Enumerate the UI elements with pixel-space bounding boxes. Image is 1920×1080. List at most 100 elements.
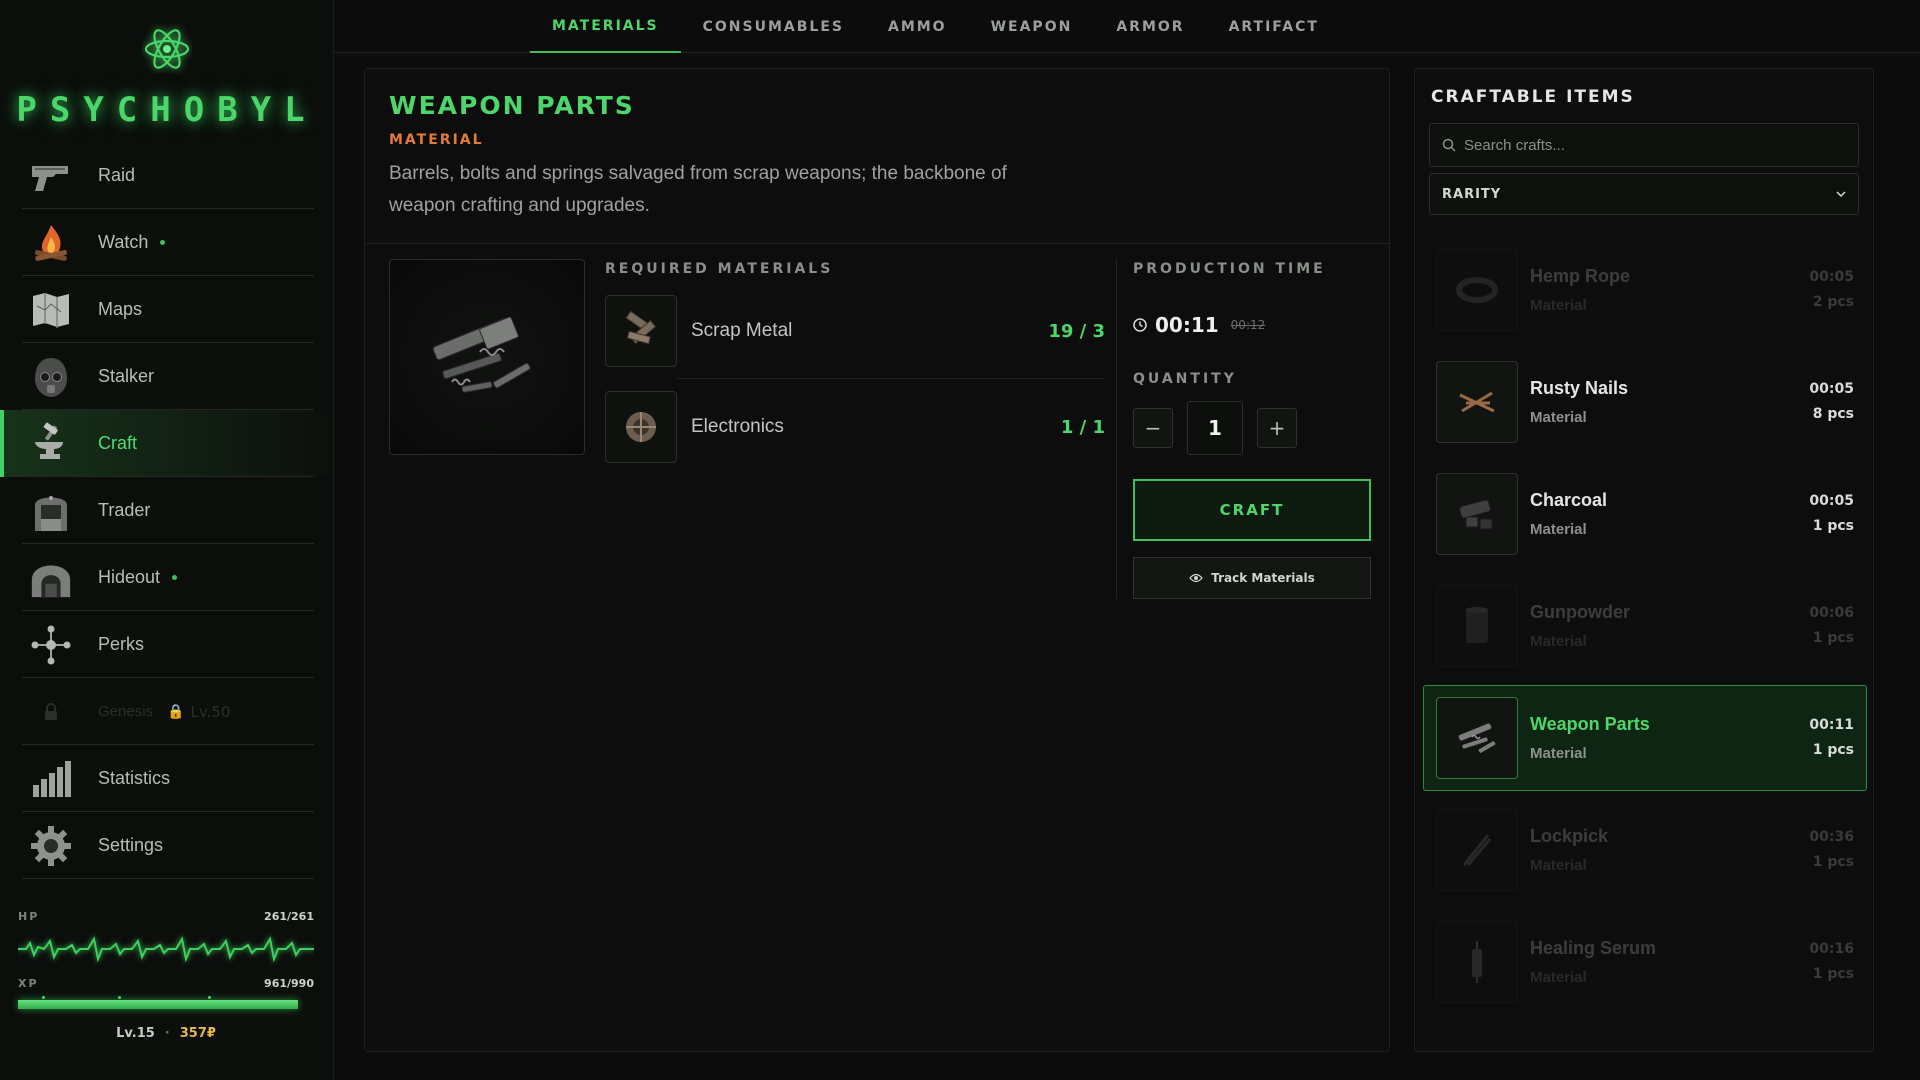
craftable-item-rusty-nails[interactable]: Rusty Nails Material 00:05 8 pcs xyxy=(1423,349,1867,455)
material-count: 19 / 3 xyxy=(1048,320,1105,342)
craftable-item-healing-serum[interactable]: Healing Serum Material 00:16 1 pcs xyxy=(1423,909,1867,1015)
sidebar-item-label: Stalker xyxy=(98,366,155,386)
xp-tick xyxy=(118,996,121,999)
perk-tree-icon xyxy=(28,622,74,668)
item-craft-time: 00:05 xyxy=(1809,269,1854,285)
item-craft-time: 00:05 xyxy=(1809,493,1854,509)
electronics-icon xyxy=(605,391,677,463)
sidebar-item-label: Settings xyxy=(98,835,164,855)
xp-tick xyxy=(42,996,45,999)
eye-icon xyxy=(1189,573,1204,583)
campfire-icon xyxy=(28,220,74,266)
production-time-label: PRODUCTION TIME xyxy=(1133,261,1326,277)
craftable-item-lockpick[interactable]: Lockpick Material 00:36 1 pcs xyxy=(1423,797,1867,903)
sidebar-nav: Raid Watch Maps Stalker Craft Trader Hid… xyxy=(0,142,334,879)
sidebar: PSYCHOBYL Raid Watch Maps Stalker Craft … xyxy=(0,0,334,1080)
quantity-label: QUANTITY xyxy=(1133,371,1237,387)
weapon-parts-icon xyxy=(1436,697,1518,779)
xp-tick xyxy=(208,996,211,999)
material-name: Electronics xyxy=(691,416,784,437)
craftable-item-gunpowder[interactable]: Gunpowder Material 00:06 1 pcs xyxy=(1423,573,1867,679)
bunker-icon xyxy=(28,555,74,601)
sidebar-item-craft[interactable]: Craft xyxy=(0,410,334,477)
sidebar-item-statistics[interactable]: Statistics xyxy=(0,745,334,812)
item-description: Barrels, bolts and springs salvaged from… xyxy=(389,163,1007,216)
production-time: 00:11 00:12 xyxy=(1133,313,1373,337)
gear-icon xyxy=(28,823,74,869)
item-craft-time: 00:36 xyxy=(1809,829,1854,845)
craft-time: 00:11 xyxy=(1155,313,1219,337)
material-count: 1 / 1 xyxy=(1060,416,1105,438)
sidebar-item-maps[interactable]: Maps xyxy=(0,276,334,343)
tab-consumables[interactable]: CONSUMABLES xyxy=(681,0,866,53)
search-box xyxy=(1429,123,1859,167)
item-name: Healing Serum xyxy=(1530,938,1657,958)
item-quantity: 1 pcs xyxy=(1812,742,1854,758)
decrease-quantity-button[interactable]: − xyxy=(1133,408,1173,448)
category-tabs: MATERIALS CONSUMABLES AMMO WEAPON ARMOR … xyxy=(334,0,1920,53)
item-name: Hemp Rope xyxy=(1530,266,1631,286)
required-level: Lv.50 xyxy=(190,702,231,721)
tab-artifact[interactable]: ARTIFACT xyxy=(1207,0,1341,53)
item-type: Material xyxy=(1530,521,1587,538)
sidebar-item-label: Statistics xyxy=(98,768,171,788)
sidebar-item-label: Maps xyxy=(98,299,143,319)
item-quantity: 1 pcs xyxy=(1812,518,1854,534)
increase-quantity-button[interactable]: + xyxy=(1257,408,1297,448)
item-type: Material xyxy=(1530,633,1587,650)
item-craft-time: 00:16 xyxy=(1809,941,1854,957)
divider xyxy=(1116,259,1117,599)
app-name: PSYCHOBYL xyxy=(16,90,318,130)
tab-ammo[interactable]: AMMO xyxy=(866,0,969,53)
map-icon xyxy=(28,287,74,333)
lockpick-icon xyxy=(1436,809,1518,891)
craft-button[interactable]: CRAFT xyxy=(1133,479,1371,541)
money-balance: 357₽ xyxy=(179,1026,216,1041)
craftable-item-charcoal[interactable]: Charcoal Material 00:05 1 pcs xyxy=(1423,461,1867,567)
weapon-parts-icon xyxy=(432,316,531,393)
player-level: Lv.15 xyxy=(116,1026,155,1041)
item-type: MATERIAL xyxy=(389,132,484,148)
trader-booth-icon xyxy=(28,488,74,534)
track-materials-button[interactable]: Track Materials xyxy=(1133,557,1371,599)
hp-heartbeat-graph xyxy=(18,936,314,963)
sidebar-item-settings[interactable]: Settings xyxy=(0,812,334,879)
sidebar-item-watch[interactable]: Watch xyxy=(0,209,334,276)
item-quantity: 1 pcs xyxy=(1812,966,1854,982)
item-type: Material xyxy=(1530,745,1587,762)
sidebar-item-trader[interactable]: Trader xyxy=(0,477,334,544)
divider xyxy=(365,243,1389,244)
craftable-item-weapon-parts[interactable]: Weapon Parts Material 00:11 1 pcs xyxy=(1423,685,1867,791)
tab-armor[interactable]: ARMOR xyxy=(1094,0,1206,53)
item-quantity: 1 pcs xyxy=(1812,630,1854,646)
quantity-value[interactable]: 1 xyxy=(1187,401,1243,455)
item-name: Weapon Parts xyxy=(1530,714,1650,734)
pistol-icon xyxy=(28,153,74,199)
tab-materials[interactable]: MATERIALS xyxy=(530,0,681,53)
syringe-icon xyxy=(1436,921,1518,1003)
rope-icon xyxy=(1436,249,1518,331)
craftable-items-panel: CRAFTABLE ITEMS RARITY Hemp Rope Material… xyxy=(1414,68,1874,1052)
sidebar-item-label: Hideout xyxy=(98,567,161,587)
player-stats: HP 261/261 XP 961/990 Lv.15 · 357₽ xyxy=(18,910,314,1041)
search-input[interactable] xyxy=(1464,136,1844,154)
sidebar-item-label: Watch xyxy=(98,232,149,252)
item-type: Material xyxy=(1530,297,1587,314)
item-craft-time: 00:11 xyxy=(1809,717,1854,733)
scrap-metal-icon xyxy=(605,295,677,367)
craftable-items-title: CRAFTABLE ITEMS xyxy=(1431,87,1635,107)
craftable-list: Hemp Rope Material 00:05 2 pcs Rusty Nails… xyxy=(1423,237,1867,1021)
sidebar-item-stalker[interactable]: Stalker xyxy=(0,343,334,410)
xp-row: XP 961/990 xyxy=(18,977,314,990)
material-row[interactable]: Scrap Metal 19 / 3 xyxy=(605,295,1105,379)
sidebar-item-label: Trader xyxy=(98,500,151,520)
lock-icon xyxy=(28,689,74,735)
rarity-filter-dropdown[interactable]: RARITY xyxy=(1429,173,1859,215)
tab-weapon[interactable]: WEAPON xyxy=(969,0,1095,53)
item-name: Rusty Nails xyxy=(1530,378,1629,398)
sidebar-item-perks[interactable]: Perks xyxy=(0,611,334,678)
sidebar-item-hideout[interactable]: Hideout xyxy=(0,544,334,611)
material-row[interactable]: Electronics 1 / 1 xyxy=(605,391,1105,463)
craftable-item-hemp-rope[interactable]: Hemp Rope Material 00:05 2 pcs xyxy=(1423,237,1867,343)
sidebar-item-raid[interactable]: Raid xyxy=(0,142,334,209)
